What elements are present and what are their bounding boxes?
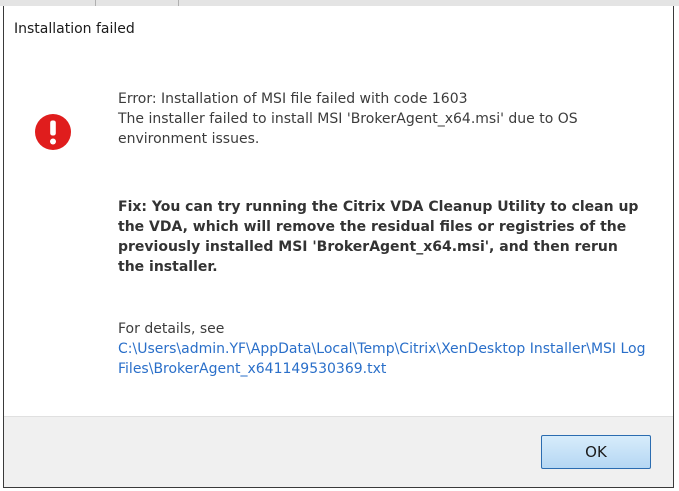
- installation-failed-dialog: Installation failed Error: Installation …: [3, 6, 674, 488]
- error-code-line: Error: Installation of MSI file failed w…: [118, 91, 468, 107]
- dialog-title: Installation failed: [14, 21, 135, 37]
- dialog-footer: OK: [4, 416, 673, 487]
- fix-message: Fix: You can try running the Citrix VDA …: [118, 199, 639, 275]
- log-file-link[interactable]: C:\Users\admin.YF\AppData\Local\Temp\Cit…: [118, 341, 646, 377]
- error-description-line: The installer failed to install MSI 'Bro…: [118, 111, 578, 147]
- details-label: For details, see: [118, 321, 225, 337]
- details-section: For details, see C:\Users\admin.YF\AppDa…: [118, 319, 648, 379]
- error-icon: [35, 114, 71, 150]
- ok-button[interactable]: OK: [541, 435, 651, 469]
- error-message: Error: Installation of MSI file failed w…: [118, 89, 648, 149]
